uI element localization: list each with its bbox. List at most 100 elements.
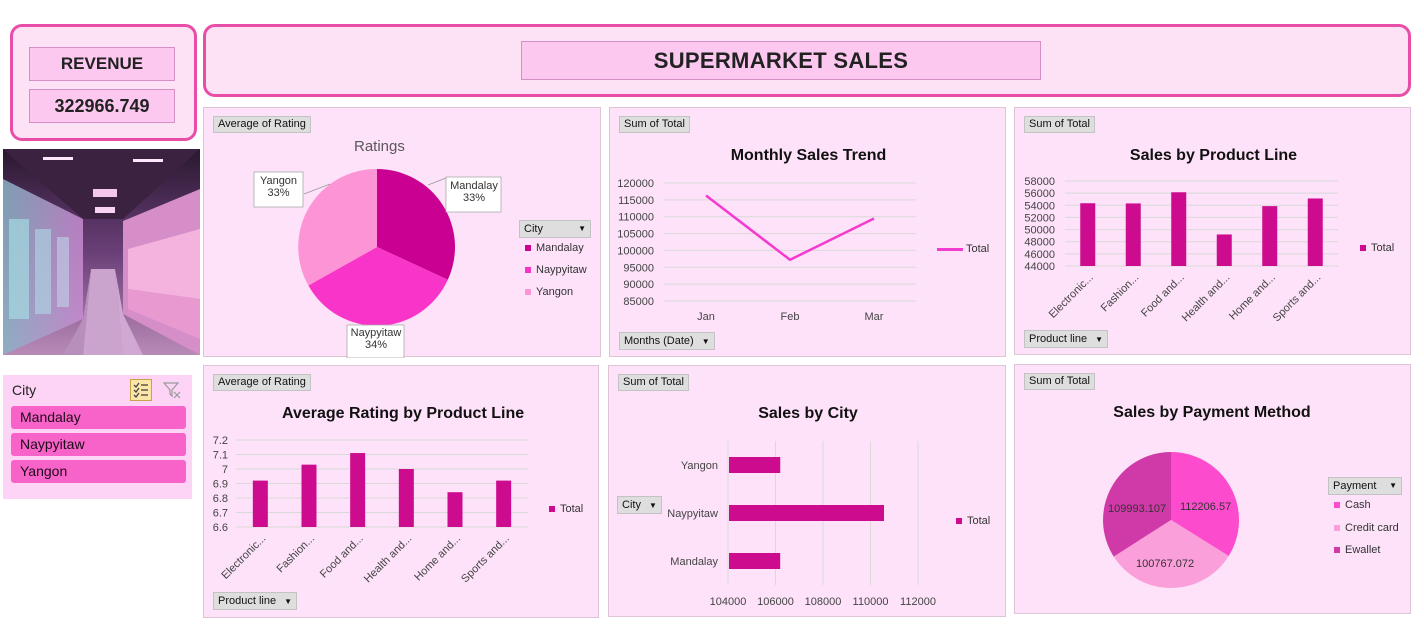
y-tick-label: 90000 xyxy=(623,279,654,291)
x-tick-label: Mar xyxy=(865,311,884,323)
bar xyxy=(1262,206,1278,266)
dashboard-title: SUPERMARKET SALES xyxy=(521,41,1041,80)
y-tick-label: 110000 xyxy=(618,212,654,224)
bar xyxy=(496,480,512,527)
x-tick-label: Fashion... xyxy=(1099,272,1142,315)
y-tick-label: 50000 xyxy=(1024,225,1055,237)
y-tick-label: 54000 xyxy=(1024,200,1055,212)
legend-field-city[interactable]: City ▼ xyxy=(519,220,591,238)
avg-rating-bar-chart: 6.6 6.7 6.8 6.9 7 7.1 7.2 Electronic... Fashion.… xyxy=(213,435,528,586)
y-tick-label: 6.8 xyxy=(213,493,228,505)
x-tick-label: Fashion... xyxy=(274,533,317,576)
bar xyxy=(252,480,268,527)
legend-item-total: Total xyxy=(956,515,990,527)
pie-label-yangon: Yangon 33% xyxy=(259,175,298,199)
ratings-pie-panel: Average of Rating Ratings Mandalay 33% Y… xyxy=(203,107,601,358)
y-tick-label: Mandalay xyxy=(670,556,718,568)
x-tick-label: Sports and... xyxy=(459,533,512,586)
legend-item-total: Total xyxy=(1360,242,1394,254)
revenue-label: REVENUE xyxy=(29,47,175,81)
pie-label-naypyitaw: Naypyitaw 34% xyxy=(350,327,402,351)
slicer-title: City xyxy=(12,382,37,398)
legend-item-cash: Cash xyxy=(1334,499,1371,511)
x-tick-label: Health and... xyxy=(1180,272,1233,325)
revenue-value: 322966.749 xyxy=(29,89,175,123)
y-tick-label: 6.9 xyxy=(213,479,228,491)
axis-field-product-line[interactable]: Product line ▼ xyxy=(213,592,298,610)
x-tick-label: Electronic... xyxy=(1047,272,1096,321)
x-tick-label: Electronic... xyxy=(219,533,268,582)
axis-field-product-line[interactable]: Product line ▼ xyxy=(1024,330,1109,348)
x-tick-label: 110000 xyxy=(853,596,889,608)
y-tick-label: 58000 xyxy=(1024,176,1055,188)
y-tick-label: Yangon xyxy=(681,460,718,472)
multi-select-icon[interactable] xyxy=(130,379,152,401)
pie-data-label-cash: 112206.57 xyxy=(1180,501,1232,513)
x-tick-label: Jan xyxy=(697,311,715,323)
bar xyxy=(398,469,414,527)
y-tick-label: 46000 xyxy=(1024,249,1055,261)
y-tick-label: 7 xyxy=(222,464,228,476)
avg-rating-panel: Average of Rating Average Rating by Prod… xyxy=(203,365,599,618)
legend-item-total: Total xyxy=(549,503,583,515)
x-tick-label: 108000 xyxy=(805,596,842,608)
y-tick-label: 120000 xyxy=(617,178,654,190)
x-tick-label: Home and... xyxy=(1227,272,1278,323)
y-tick-label: 115000 xyxy=(618,195,654,207)
x-tick-label: Food and... xyxy=(1139,272,1187,320)
y-tick-label: 56000 xyxy=(1024,188,1055,200)
product-line-sales-panel: Sum of Total Sales by Product Line 44000… xyxy=(1014,107,1411,355)
x-tick-label: Food and... xyxy=(318,533,366,581)
city-slicer: City Mandalay Naypyitaw Yangon xyxy=(3,375,192,499)
product-line-bar-chart: 4400046000480005000052000540005600058000… xyxy=(1024,176,1338,325)
y-tick-label: 48000 xyxy=(1024,237,1055,249)
y-tick-label: 6.7 xyxy=(213,508,228,520)
slicer-item-mandalay[interactable]: Mandalay xyxy=(11,406,186,429)
city-sales-panel: Sum of Total Sales by City 104000 106000 1… xyxy=(608,365,1006,617)
bar xyxy=(301,464,317,527)
x-tick-label: Feb xyxy=(781,311,800,323)
monthly-trend-line-chart: 85000 90000 95000 100000 105000 110000 115000 1… xyxy=(617,178,916,323)
y-tick-label: 44000 xyxy=(1024,261,1055,273)
slicer-item-yangon[interactable]: Yangon xyxy=(11,460,186,483)
city-sales-bar-chart: 104000 106000 108000 110000 112000 Yangon Nayp… xyxy=(667,441,936,608)
y-tick-label: 7.2 xyxy=(213,435,228,447)
bar xyxy=(1080,203,1096,266)
bar xyxy=(447,492,463,527)
supermarket-aisle-image xyxy=(3,149,200,355)
axis-field-city[interactable]: City ▼ xyxy=(617,496,662,514)
y-tick-label: 85000 xyxy=(623,296,654,308)
y-tick-label: 52000 xyxy=(1024,212,1055,224)
y-tick-label: 7.1 xyxy=(213,450,228,462)
y-tick-label: Naypyitaw xyxy=(667,508,718,520)
x-tick-label: Health and... xyxy=(362,533,415,586)
slicer-item-naypyitaw[interactable]: Naypyitaw xyxy=(11,433,186,456)
x-tick-label: 106000 xyxy=(757,596,794,608)
y-tick-label: 6.6 xyxy=(213,522,228,534)
payment-sales-panel: Sum of Total Sales by Payment Method 112… xyxy=(1014,364,1411,614)
bar xyxy=(1171,192,1187,266)
axis-field-months[interactable]: Months (Date) ▼ xyxy=(619,332,715,350)
x-tick-label: Home and... xyxy=(412,533,463,584)
legend-item-total: Total xyxy=(937,243,989,255)
legend-item-ewallet: Ewallet xyxy=(1334,544,1380,556)
legend-field-payment[interactable]: Payment ▼ xyxy=(1328,477,1402,495)
legend-item-yangon: Yangon xyxy=(525,286,573,298)
legend-item-naypyitaw: Naypyitaw xyxy=(525,264,587,276)
bar xyxy=(729,505,885,521)
x-tick-label: 112000 xyxy=(900,596,936,608)
bar xyxy=(1307,198,1323,266)
y-tick-label: 95000 xyxy=(623,262,654,274)
bar xyxy=(1125,203,1141,266)
pie-data-label-ewallet: 109993.107 xyxy=(1108,503,1167,515)
pie-data-label-credit-card: 100767.072 xyxy=(1136,558,1195,570)
bar xyxy=(729,457,781,473)
revenue-card: REVENUE 322966.749 xyxy=(10,24,197,141)
monthly-trend-panel: Sum of Total Monthly Sales Trend 85000 90… xyxy=(609,107,1006,357)
clear-filter-icon[interactable] xyxy=(161,379,183,401)
bar xyxy=(1216,234,1232,266)
bar xyxy=(729,553,781,569)
pie-label-mandalay: Mandalay 33% xyxy=(450,180,498,204)
title-banner: SUPERMARKET SALES xyxy=(203,24,1411,97)
legend-item-credit-card: Credit card xyxy=(1334,522,1399,534)
